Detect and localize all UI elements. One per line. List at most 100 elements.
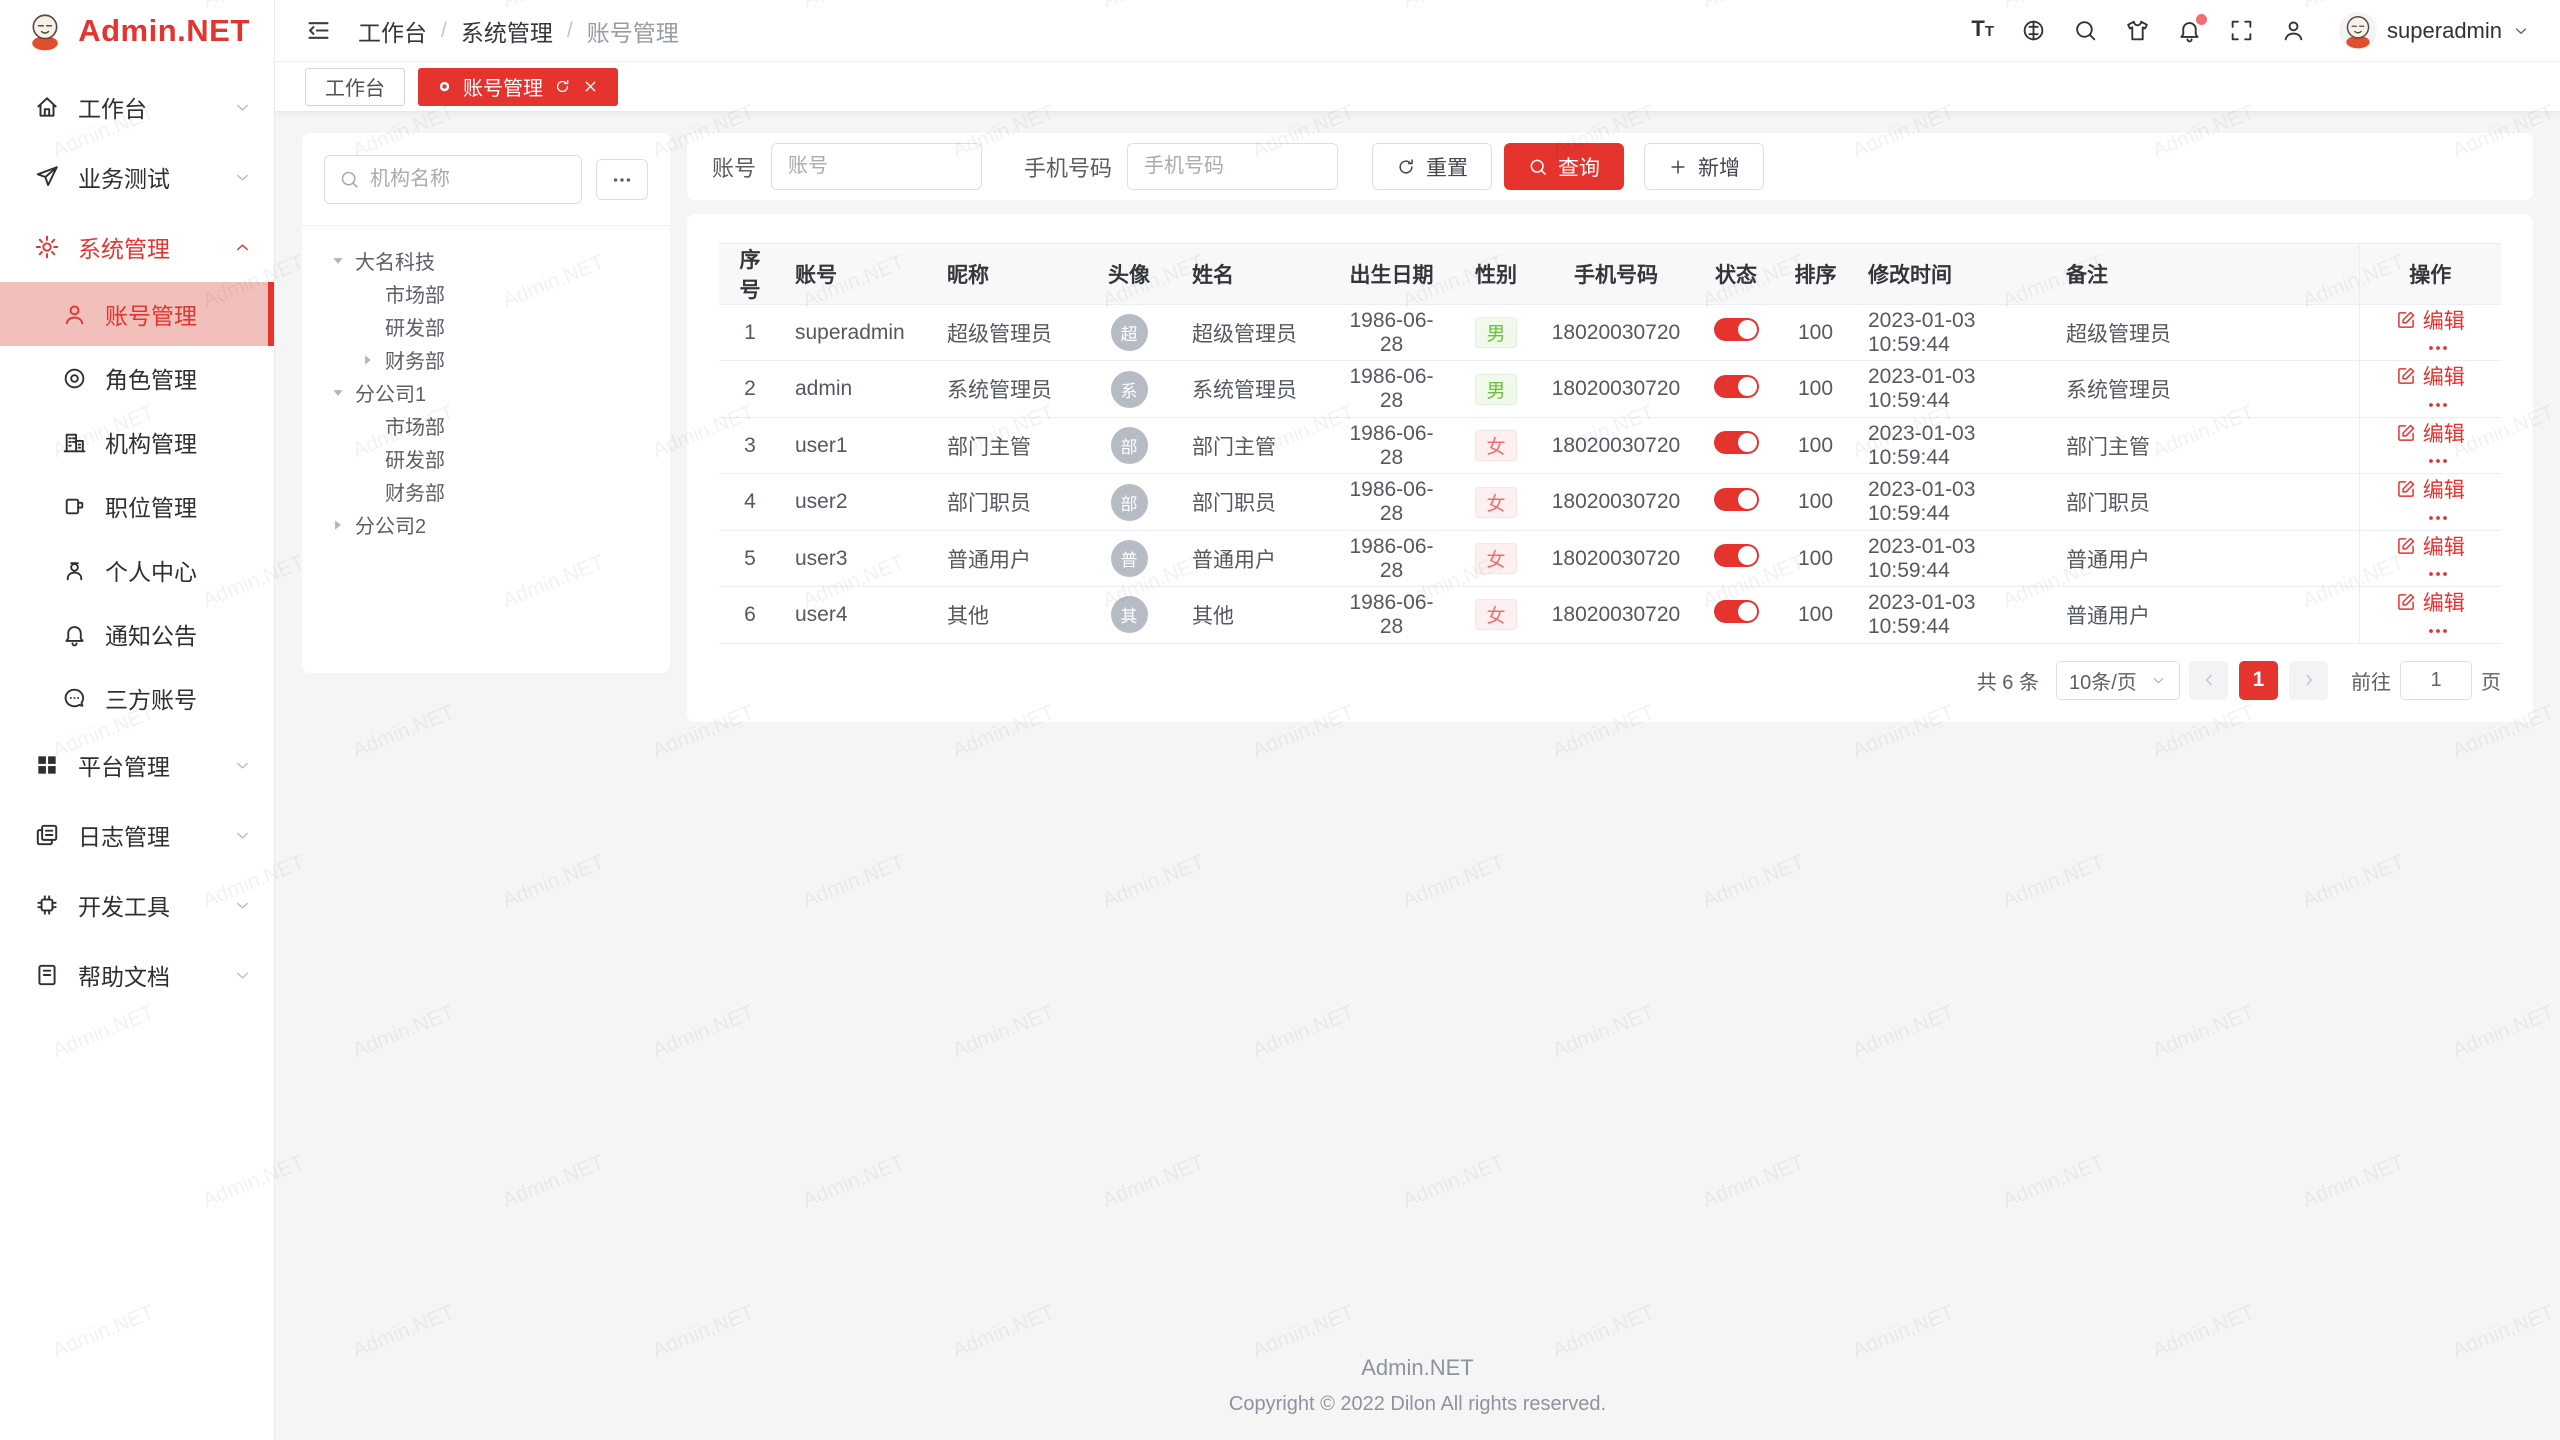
notification-icon[interactable] [2177,18,2202,43]
sidebar-item[interactable]: 帮助文档 [0,940,274,1010]
status-toggle[interactable] [1714,318,1759,341]
user-menu[interactable]: superadmin [2339,12,2530,50]
edit-label: 编辑 [2423,474,2465,504]
tree-more-button[interactable] [596,159,648,200]
tab-workbench[interactable]: 工作台 [305,68,405,106]
add-button[interactable]: 新增 [1644,143,1764,190]
sidebar-item[interactable]: 平台管理 [0,730,274,800]
status-toggle[interactable] [1714,544,1759,567]
cell-sort: 100 [1777,587,1854,643]
breadcrumb-separator: / [567,19,573,43]
tree-caret-icon[interactable] [358,284,378,304]
edit-button[interactable]: 编辑 [2396,418,2465,448]
tree-node[interactable]: 研发部 [316,442,656,475]
app-root: Admin.NET 工作台 业务测试 系统管理 账号管理 角色管理 机构管理 职… [0,0,2560,1440]
sidebar-item[interactable]: 日志管理 [0,800,274,870]
content: 大名科技 市场部 研发部 财务部 分公司1 市场部 研发部 财务部 分公司2 [275,112,2560,1440]
chevron-icon [233,238,252,257]
row-more-button[interactable] [2426,336,2450,360]
avatar: 部 [1111,484,1148,521]
sidebar-item[interactable]: 系统管理 [0,212,274,282]
status-toggle[interactable] [1714,431,1759,454]
account-input[interactable] [771,143,982,190]
tree-node[interactable]: 分公司1 [316,376,656,409]
account-label: 账号 [712,151,756,183]
tree-node[interactable]: 研发部 [316,310,656,343]
sidebar-subitem[interactable]: 机构管理 [0,410,274,474]
fullscreen-icon[interactable] [2229,18,2254,43]
gender-tag: 女 [1475,430,1516,461]
tab-account-management[interactable]: 账号管理 [418,68,618,106]
org-search-box [324,155,582,204]
edit-button[interactable]: 编辑 [2396,587,2465,617]
cell-index: 5 [719,530,781,586]
tree-caret-icon[interactable] [328,515,348,535]
logo: Admin.NET [0,0,274,62]
cell-nickname: 普通用户 [933,530,1080,586]
font-size-icon[interactable]: TT [1971,18,1994,43]
tree-caret-icon[interactable] [358,350,378,370]
row-more-button[interactable] [2426,393,2450,417]
sidebar-subitem[interactable]: 个人中心 [0,538,274,602]
breadcrumb-item[interactable]: 系统管理 [461,14,553,48]
cell-remark: 超级管理员 [2052,305,2359,361]
cell-sort: 100 [1777,530,1854,586]
tree-caret-icon[interactable] [328,383,348,403]
breadcrumb-item-current: 账号管理 [587,14,679,48]
language-icon[interactable] [2021,18,2046,43]
tree-node[interactable]: 市场部 [316,409,656,442]
tree-caret-icon[interactable] [358,317,378,337]
sidebar-item[interactable]: 业务测试 [0,142,274,212]
profile-link-icon[interactable] [2281,18,2306,43]
tab-close-icon[interactable] [582,78,599,95]
profile-icon [62,558,87,583]
search-icon[interactable] [2073,18,2098,43]
edit-button[interactable]: 编辑 [2396,305,2465,335]
row-more-button[interactable] [2426,506,2450,530]
tree-node[interactable]: 财务部 [316,343,656,376]
tree-node[interactable]: 大名科技 [316,244,656,277]
sidebar-subitem[interactable]: 职位管理 [0,474,274,538]
sidebar-subitem-label: 三方账号 [105,681,197,715]
table-row: 3 user1 部门主管 部 部门主管 1986-06-28 女 1802003… [719,417,2501,473]
sidebar-subitem-label: 职位管理 [105,489,197,523]
status-toggle[interactable] [1714,375,1759,398]
menu-fold-icon[interactable] [305,17,332,44]
tree-caret-icon[interactable] [358,416,378,436]
sidebar-subitem[interactable]: 通知公告 [0,602,274,666]
edit-button[interactable]: 编辑 [2396,474,2465,504]
tab-refresh-icon[interactable] [554,78,571,95]
page-size-select[interactable]: 10条/页 [2056,661,2180,700]
next-page-button[interactable] [2289,661,2328,700]
edit-button[interactable]: 编辑 [2396,531,2465,561]
row-more-button[interactable] [2426,562,2450,586]
edit-button[interactable]: 编辑 [2396,361,2465,391]
org-search-input[interactable] [370,168,567,191]
status-toggle[interactable] [1714,488,1759,511]
breadcrumb-item[interactable]: 工作台 [358,14,427,48]
tree-node[interactable]: 财务部 [316,475,656,508]
row-more-button[interactable] [2426,619,2450,643]
tree-caret-icon[interactable] [328,251,348,271]
tree-node[interactable]: 分公司2 [316,508,656,541]
sidebar-subitem[interactable]: 三方账号 [0,666,274,730]
sidebar-item[interactable]: 工作台 [0,72,274,142]
query-button[interactable]: 查询 [1504,143,1624,190]
tree-caret-icon[interactable] [358,482,378,502]
theme-icon[interactable] [2125,18,2150,43]
sidebar-item[interactable]: 开发工具 [0,870,274,940]
reset-button[interactable]: 重置 [1372,143,1492,190]
row-more-button[interactable] [2426,449,2450,473]
cell-account: user3 [781,530,933,586]
tree-caret-icon[interactable] [358,449,378,469]
phone-input[interactable] [1127,143,1338,190]
status-toggle[interactable] [1714,600,1759,623]
goto-page-input[interactable] [2400,661,2472,700]
cell-nickname: 部门主管 [933,417,1080,473]
tree-node[interactable]: 市场部 [316,277,656,310]
sidebar-subitem[interactable]: 账号管理 [0,282,274,346]
chevron-icon [233,826,252,845]
sidebar-subitem[interactable]: 角色管理 [0,346,274,410]
current-page-button[interactable]: 1 [2239,661,2278,700]
prev-page-button[interactable] [2189,661,2228,700]
